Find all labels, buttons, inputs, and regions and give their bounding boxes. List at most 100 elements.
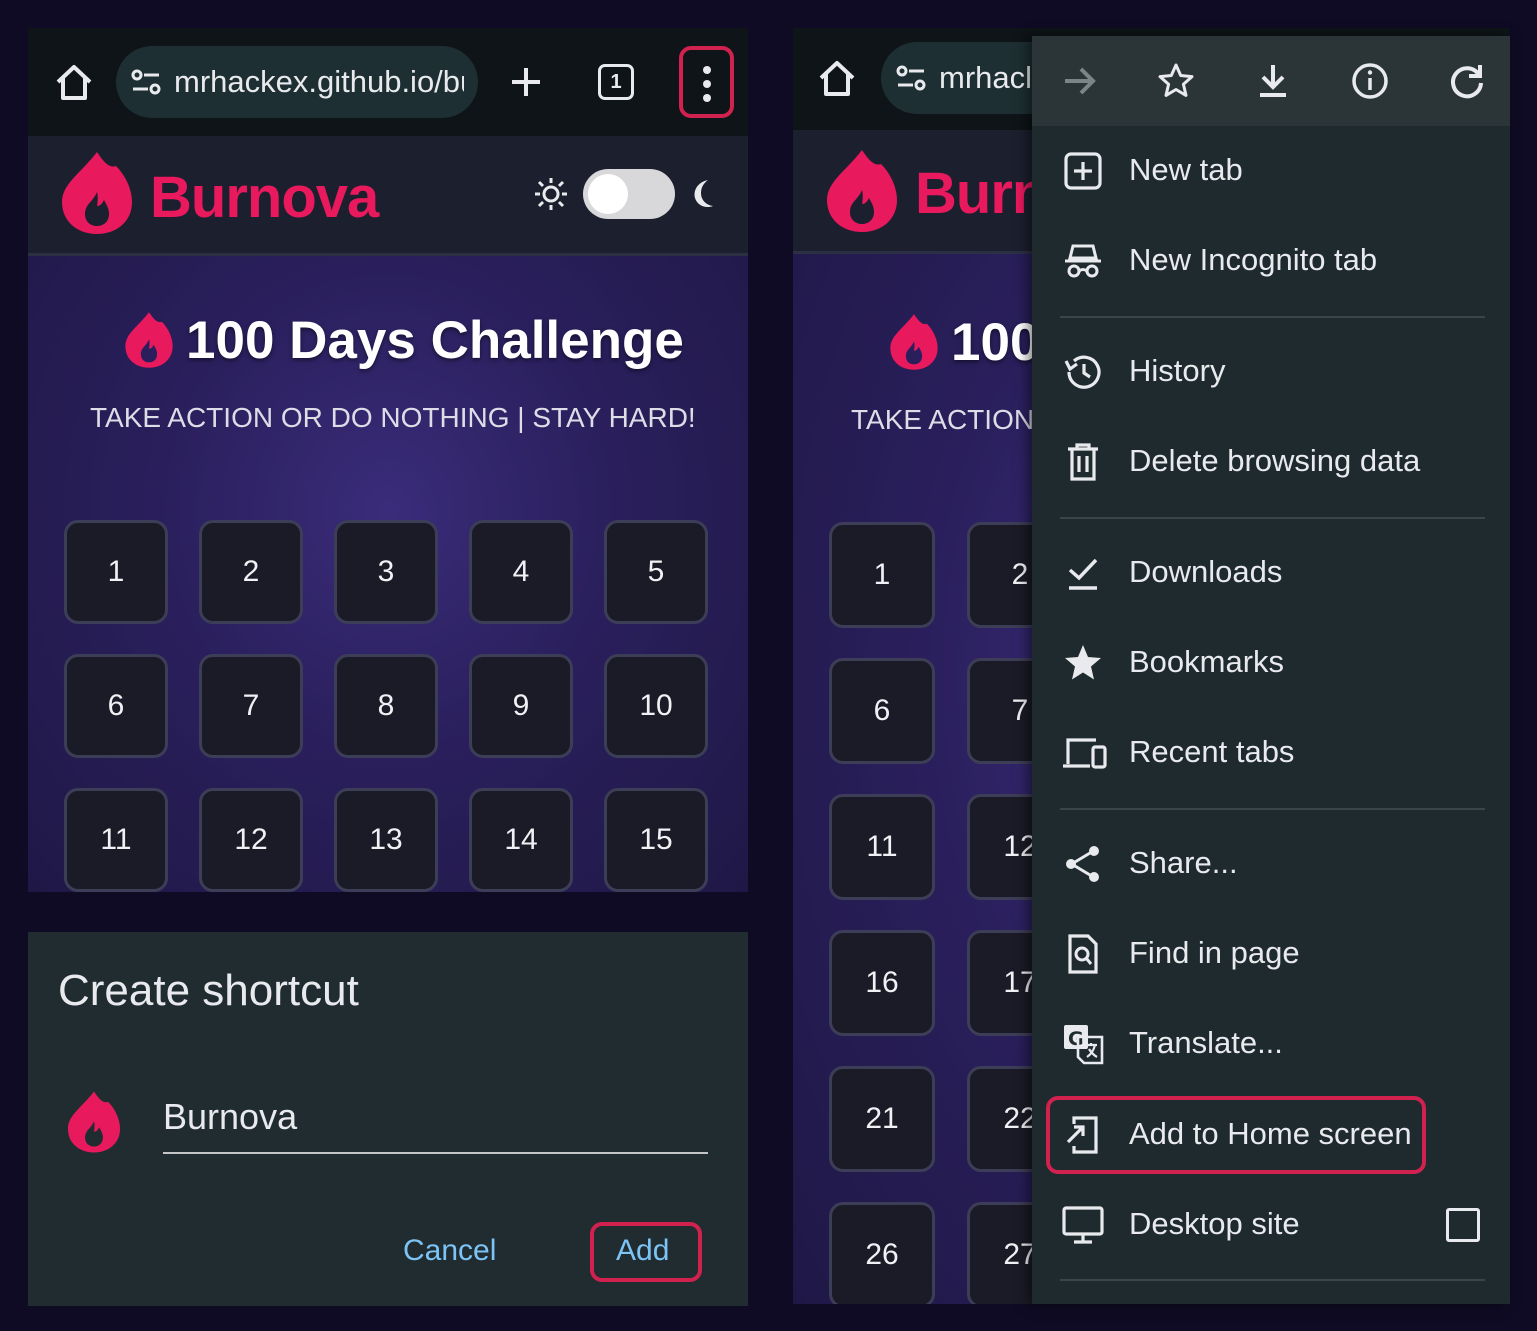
menu-item-label: Downloads <box>1129 554 1283 589</box>
reload-icon[interactable] <box>1447 61 1487 101</box>
day-cell[interactable]: 7 <box>199 654 303 758</box>
tab-switcher-button[interactable]: 1 <box>598 64 634 100</box>
svg-text:G: G <box>1068 1028 1084 1050</box>
desktop-site-checkbox[interactable] <box>1446 1208 1480 1242</box>
menu-item-label: Delete browsing data <box>1129 443 1421 478</box>
day-cell[interactable]: 21 <box>829 1066 935 1172</box>
trash-icon <box>1062 441 1104 483</box>
day-cell[interactable]: 6 <box>829 658 935 764</box>
menu-item-translate[interactable]: G Translate... <box>1032 999 1510 1089</box>
menu-item-label: New Incognito tab <box>1129 242 1378 277</box>
forward-icon[interactable] <box>1060 61 1100 101</box>
day-cell[interactable]: 11 <box>64 788 168 892</box>
menu-item-label: New tab <box>1129 152 1243 187</box>
site-settings-icon[interactable] <box>895 64 927 92</box>
day-cell[interactable]: 16 <box>829 930 935 1036</box>
day-cell[interactable]: 14 <box>469 788 573 892</box>
menu-item-label: Recent tabs <box>1129 734 1295 769</box>
menu-item-label: Desktop site <box>1129 1206 1300 1241</box>
day-cell[interactable]: 9 <box>469 654 573 758</box>
moon-icon <box>688 178 716 210</box>
day-cell[interactable]: 1 <box>829 522 935 628</box>
day-cell[interactable]: 5 <box>604 520 708 624</box>
desktop-icon <box>1062 1204 1104 1246</box>
flame-logo-icon <box>825 148 899 234</box>
menu-item-find-in-page[interactable]: Find in page <box>1032 909 1510 999</box>
address-bar[interactable]: mrhackex.github.io/bu <box>116 46 478 118</box>
history-icon <box>1062 351 1104 393</box>
menu-item-history[interactable]: History <box>1032 327 1510 417</box>
browser-toolbar: mrhackex.github.io/bu 1 <box>28 28 748 136</box>
bookmark-star-icon[interactable] <box>1156 61 1196 101</box>
new-tab-plus-icon[interactable] <box>506 62 546 102</box>
devices-icon <box>1062 732 1107 774</box>
day-cell[interactable]: 6 <box>64 654 168 758</box>
cancel-button[interactable]: Cancel <box>403 1234 496 1268</box>
tab-count: 1 <box>610 70 622 93</box>
add-to-home-highlight <box>1046 1096 1426 1174</box>
add-button-highlight <box>590 1222 702 1282</box>
day-grid: 1 2 3 4 5 6 7 8 9 10 11 12 13 14 15 <box>64 520 708 892</box>
day-cell[interactable]: 15 <box>604 788 708 892</box>
day-cell[interactable]: 10 <box>604 654 708 758</box>
menu-item-label: Share... <box>1129 845 1238 880</box>
challenge-subtitle: TAKE ACTION <box>851 404 1035 435</box>
menu-item-recent-tabs[interactable]: Recent tabs <box>1032 708 1510 798</box>
menu-item-desktop-site[interactable]: Desktop site <box>1032 1180 1510 1270</box>
flame-title-icon <box>124 310 174 370</box>
menu-item-new-incognito-tab[interactable]: New Incognito tab <box>1032 216 1510 306</box>
menu-item-label: Find in page <box>1129 935 1300 970</box>
menu-action-row <box>1032 36 1510 126</box>
share-icon <box>1062 843 1104 885</box>
menu-divider <box>1060 1279 1485 1281</box>
day-cell[interactable]: 2 <box>199 520 303 624</box>
day-cell[interactable]: 4 <box>469 520 573 624</box>
incognito-icon <box>1062 240 1104 282</box>
day-cell[interactable]: 8 <box>334 654 438 758</box>
challenge-title: 100 <box>951 313 1040 372</box>
day-cell[interactable]: 1 <box>64 520 168 624</box>
download-icon[interactable] <box>1253 61 1293 101</box>
site-settings-icon[interactable] <box>130 68 162 96</box>
brand-name: Burn <box>915 161 1047 226</box>
info-icon[interactable] <box>1350 61 1390 101</box>
menu-item-label: Translate... <box>1129 1025 1283 1060</box>
day-cell[interactable]: 13 <box>334 788 438 892</box>
site-header: Burnova <box>28 136 748 256</box>
challenge-title: 100 Days Challenge <box>186 311 684 370</box>
day-cell[interactable]: 11 <box>829 794 935 900</box>
challenge-section: 100 Days Challenge TAKE ACTION OR DO NOT… <box>28 256 748 892</box>
theme-toggle[interactable] <box>583 169 675 219</box>
menu-item-delete-browsing-data[interactable]: Delete browsing data <box>1032 417 1510 507</box>
create-shortcut-dialog: Create shortcut Burnova Cancel Add <box>28 932 748 1306</box>
flame-title-icon <box>889 312 939 372</box>
toggle-knob <box>588 174 628 214</box>
menu-item-bookmarks[interactable]: Bookmarks <box>1032 618 1510 708</box>
challenge-subtitle: TAKE ACTION OR DO NOTHING | STAY HARD! <box>90 402 696 433</box>
browser-overflow-menu: New tab New Incognito tab History Delete… <box>1032 36 1510 1304</box>
star-icon <box>1062 642 1104 684</box>
brand-name: Burnova <box>150 165 379 230</box>
left-browser-screen: mrhackex.github.io/bu 1 Burnova 100 Days… <box>28 28 748 892</box>
new-tab-icon <box>1062 150 1104 192</box>
menu-item-label: Bookmarks <box>1129 644 1285 679</box>
home-icon[interactable] <box>815 56 859 100</box>
day-cell[interactable]: 26 <box>829 1202 935 1304</box>
flame-logo-icon <box>60 150 134 236</box>
downloads-check-icon <box>1062 552 1104 594</box>
home-icon[interactable] <box>52 60 96 104</box>
day-cell[interactable]: 3 <box>334 520 438 624</box>
menu-divider <box>1060 316 1485 318</box>
menu-button-highlight <box>679 46 734 118</box>
menu-divider <box>1060 517 1485 519</box>
sun-icon <box>533 176 569 212</box>
url-text: mrhacl <box>939 60 1033 95</box>
url-text: mrhackex.github.io/bu <box>174 64 464 99</box>
shortcut-name-input[interactable]: Burnova <box>163 1092 708 1154</box>
shortcut-app-icon <box>66 1090 122 1154</box>
menu-item-new-tab[interactable]: New tab <box>1032 126 1510 216</box>
menu-item-share[interactable]: Share... <box>1032 819 1510 909</box>
day-cell[interactable]: 12 <box>199 788 303 892</box>
find-in-page-icon <box>1062 933 1104 975</box>
menu-item-downloads[interactable]: Downloads <box>1032 528 1510 618</box>
